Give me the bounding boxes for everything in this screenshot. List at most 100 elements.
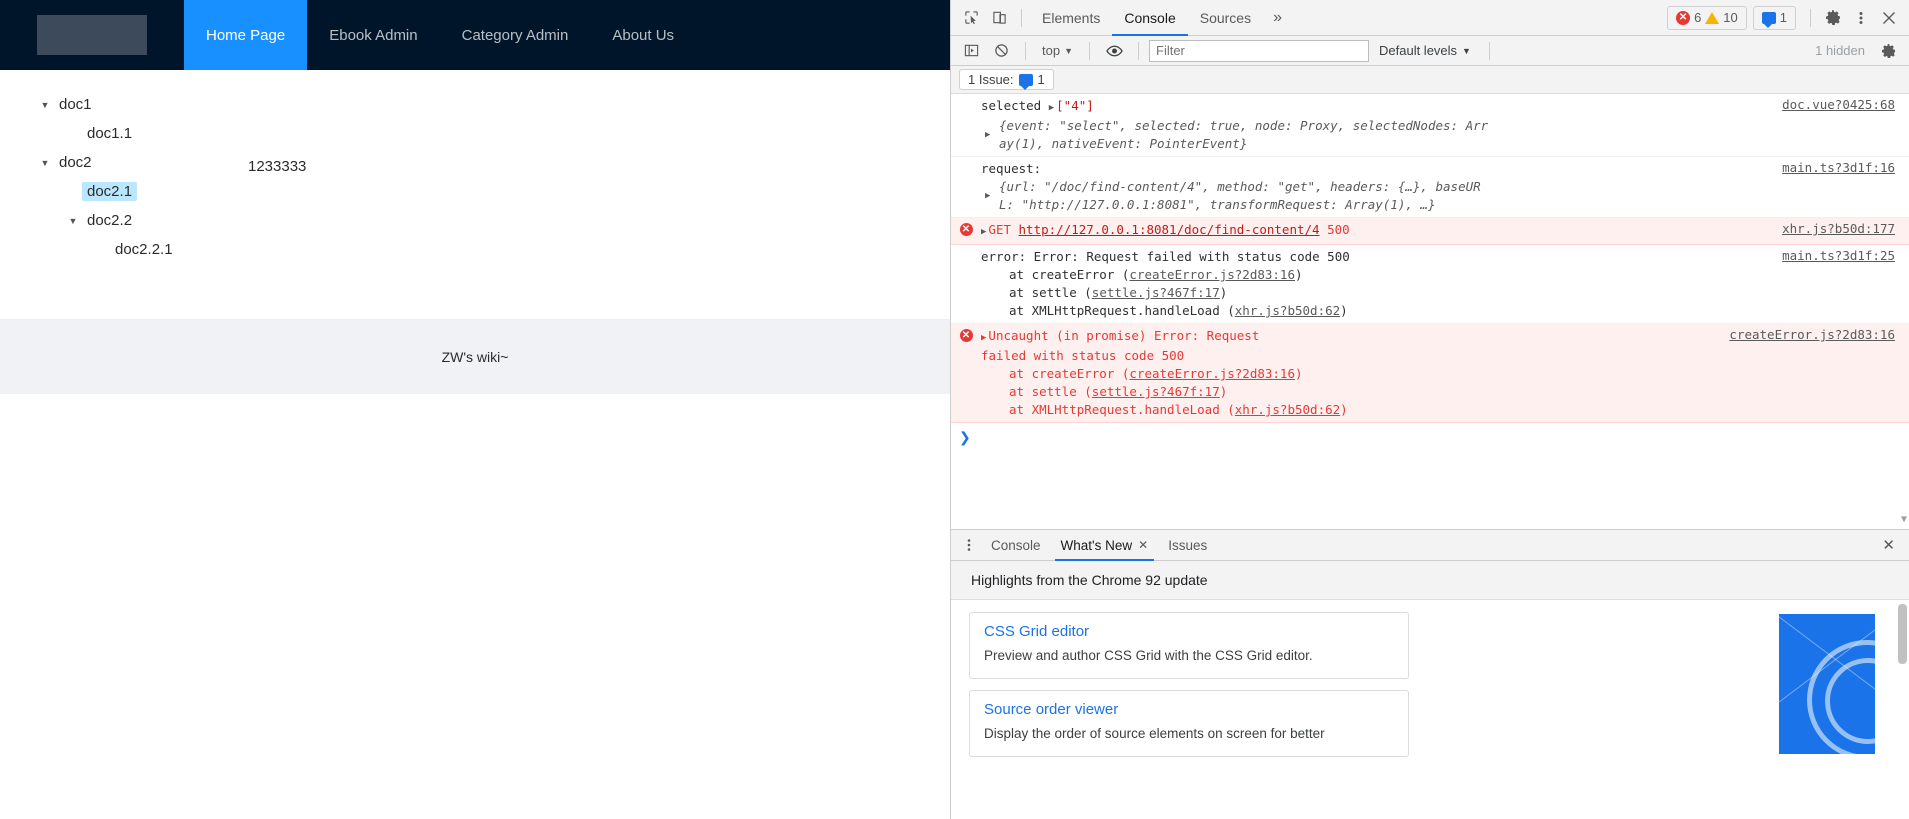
expand-triangle-icon[interactable]: ▶ (1049, 99, 1054, 117)
stack-frame-link[interactable]: xhr.js?b50d:62 (1235, 303, 1340, 318)
tree-node-label-selected: doc2.1 (82, 182, 138, 201)
whats-new-content[interactable]: CSS Grid editor Preview and author CSS G… (951, 600, 1909, 819)
chevron-down-icon[interactable]: ▼ (64, 216, 82, 226)
source-link[interactable]: xhr.js?b50d:177 (1782, 221, 1895, 236)
console-message-uncaught-error[interactable]: ✕ createError.js?2d83:16 ▶ Uncaught (in p… (951, 324, 1909, 423)
drawer-more-options-icon[interactable] (957, 537, 981, 553)
devtools-panel: Elements Console Sources » ✕ 6 10 1 top … (950, 0, 1909, 819)
device-toolbar-icon[interactable] (985, 5, 1013, 31)
nav-item-category-admin[interactable]: Category Admin (440, 0, 591, 70)
error-icon: ✕ (959, 223, 973, 236)
live-expression-icon[interactable] (1100, 38, 1128, 64)
tree-node-doc1[interactable]: ▼ doc1 (36, 90, 384, 119)
whats-new-scrollbar[interactable] (1898, 604, 1907, 664)
stack-frame-link[interactable]: createError.js?2d83:16 (1129, 366, 1295, 381)
error-warning-counter[interactable]: ✕ 6 10 (1667, 5, 1747, 30)
message-line: ▶ {event: "select", selected: true, node… (981, 117, 1897, 140)
nav-item-about-us[interactable]: About Us (590, 0, 696, 70)
nav-item-label: Ebook Admin (329, 26, 418, 44)
whats-new-card[interactable]: Source order viewer Display the order of… (969, 690, 1409, 757)
log-levels-selector[interactable]: Default levels ▼ (1371, 43, 1479, 58)
close-icon[interactable] (1875, 5, 1903, 31)
stack-frame-text: at createError ( (1009, 366, 1130, 381)
close-tab-icon[interactable]: ✕ (1138, 538, 1148, 552)
tree-node-doc2[interactable]: ▼ doc2 (36, 148, 384, 177)
console-message-list[interactable]: doc.vue?0425:68 selected ▶ ["4"] ▶ {event… (951, 94, 1909, 529)
more-tabs-icon[interactable]: » (1263, 9, 1292, 27)
stack-frame-tail: ) (1219, 384, 1228, 399)
source-link[interactable]: main.ts?3d1f:16 (1782, 160, 1895, 175)
log-label: selected (981, 98, 1049, 113)
issues-counter[interactable]: 1 (1752, 5, 1796, 30)
console-sidebar-icon[interactable] (957, 38, 985, 64)
drawer-tab-whats-new[interactable]: What's New ✕ (1051, 530, 1159, 561)
site-logo[interactable] (37, 15, 147, 55)
gear-icon[interactable] (1819, 5, 1847, 31)
tree-node-doc1-1[interactable]: ▼ doc1.1 (64, 119, 384, 148)
scroll-down-indicator[interactable]: ▼ (1901, 514, 1907, 525)
tab-console[interactable]: Console (1112, 0, 1189, 36)
log-levels-label: Default levels (1379, 43, 1458, 58)
console-message-error-log[interactable]: main.ts?3d1f:25 error: Error: Request fa… (951, 245, 1909, 324)
more-options-icon[interactable] (1847, 5, 1875, 31)
tree-node-doc2-2-1[interactable]: ▼ doc2.2.1 (92, 235, 384, 264)
message-body: main.ts?3d1f:25 error: Error: Request fa… (981, 248, 1901, 320)
console-prompt[interactable]: ❯ (951, 423, 1909, 452)
expand-triangle-icon[interactable]: ▶ (981, 223, 986, 241)
tree-node-label: doc2.2.1 (115, 241, 173, 258)
drawer-tab-issues[interactable]: Issues (1158, 530, 1217, 561)
tab-elements[interactable]: Elements (1030, 0, 1112, 36)
message-body: createError.js?2d83:16 ▶ Uncaught (in pro… (981, 327, 1901, 419)
card-title-link[interactable]: CSS Grid editor (984, 623, 1394, 640)
error-headline: error: Error: Request failed with status… (981, 249, 1350, 264)
message-body: doc.vue?0425:68 selected ▶ ["4"] ▶ {event… (981, 97, 1901, 153)
inspect-element-icon[interactable] (957, 5, 985, 31)
tab-sources[interactable]: Sources (1188, 0, 1263, 36)
tree-node-doc2-1[interactable]: ▼ doc2.1 (64, 177, 384, 206)
whats-new-card[interactable]: CSS Grid editor Preview and author CSS G… (969, 612, 1409, 679)
expand-triangle-icon[interactable]: ▶ (985, 187, 990, 205)
console-message-network-error[interactable]: ✕ xhr.js?b50d:177 ▶ GET http://127.0.0.1:… (951, 218, 1909, 245)
stack-frame-link[interactable]: createError.js?2d83:16 (1129, 267, 1295, 282)
error-headline-line2: failed with status code 500 (981, 348, 1185, 363)
stack-frame-link[interactable]: xhr.js?b50d:62 (1235, 402, 1340, 417)
card-title-link[interactable]: Source order viewer (984, 701, 1394, 718)
execution-context-selector[interactable]: top ▼ (1036, 43, 1079, 58)
object-preview-line: L: "http://127.0.0.1:8081", transformReq… (999, 197, 1436, 212)
console-message-log[interactable]: main.ts?3d1f:16 request: ▶ {url: "/doc/f… (951, 157, 1909, 218)
expand-triangle-icon[interactable]: ▶ (985, 126, 990, 144)
request-url-link[interactable]: http://127.0.0.1:8081/doc/find-content/4 (1019, 222, 1320, 237)
close-drawer-icon[interactable]: ✕ (1874, 536, 1903, 554)
stack-frame: at createError (createError.js?2d83:16) (981, 266, 1897, 284)
http-status: 500 (1327, 222, 1350, 237)
tree-node-doc2-2[interactable]: ▼ doc2.2 (64, 206, 384, 235)
chevron-down-icon[interactable]: ▼ (36, 158, 54, 168)
filterbar-divider-2 (1089, 41, 1090, 60)
nav-item-home-page[interactable]: Home Page (184, 0, 308, 70)
stack-frame-tail: ) (1295, 267, 1303, 282)
stack-frame: at createError (createError.js?2d83:16) (981, 365, 1897, 383)
chevron-down-icon[interactable]: ▼ (36, 100, 54, 110)
nav-item-label: Home Page (206, 26, 286, 44)
expand-triangle-icon[interactable]: ▶ (981, 329, 986, 347)
source-link[interactable]: createError.js?2d83:16 (1729, 327, 1895, 342)
nav-item-ebook-admin[interactable]: Ebook Admin (307, 0, 439, 70)
message-line: ay(1), nativeEvent: PointerEvent} (981, 135, 1897, 153)
web-page-viewport: Home Page Ebook Admin Category Admin Abo… (0, 0, 950, 819)
console-message-log[interactable]: doc.vue?0425:68 selected ▶ ["4"] ▶ {event… (951, 94, 1909, 157)
tab-label: Console (1124, 9, 1176, 26)
devtools-tabbar: Elements Console Sources » ✕ 6 10 1 (951, 0, 1909, 36)
drawer-tab-console[interactable]: Console (981, 530, 1051, 561)
stack-frame: at XMLHttpRequest.handleLoad (xhr.js?b50… (981, 302, 1897, 320)
error-headline-line1: Uncaught (in promise) Error: Request (988, 328, 1260, 343)
source-link[interactable]: doc.vue?0425:68 (1782, 97, 1895, 112)
stack-frame-link[interactable]: settle.js?467f:17 (1092, 384, 1220, 399)
clear-console-icon[interactable] (987, 38, 1015, 64)
source-link[interactable]: main.ts?3d1f:25 (1782, 248, 1895, 263)
issues-pill-button[interactable]: 1 Issue: 1 (959, 69, 1054, 90)
card-description: Preview and author CSS Grid with the CSS… (984, 648, 1313, 663)
stack-frame-link[interactable]: settle.js?467f:17 (1092, 285, 1220, 300)
console-settings-gear-icon[interactable] (1875, 38, 1903, 64)
hidden-messages-count[interactable]: 1 hidden (1807, 43, 1873, 58)
filter-input[interactable] (1149, 39, 1369, 62)
